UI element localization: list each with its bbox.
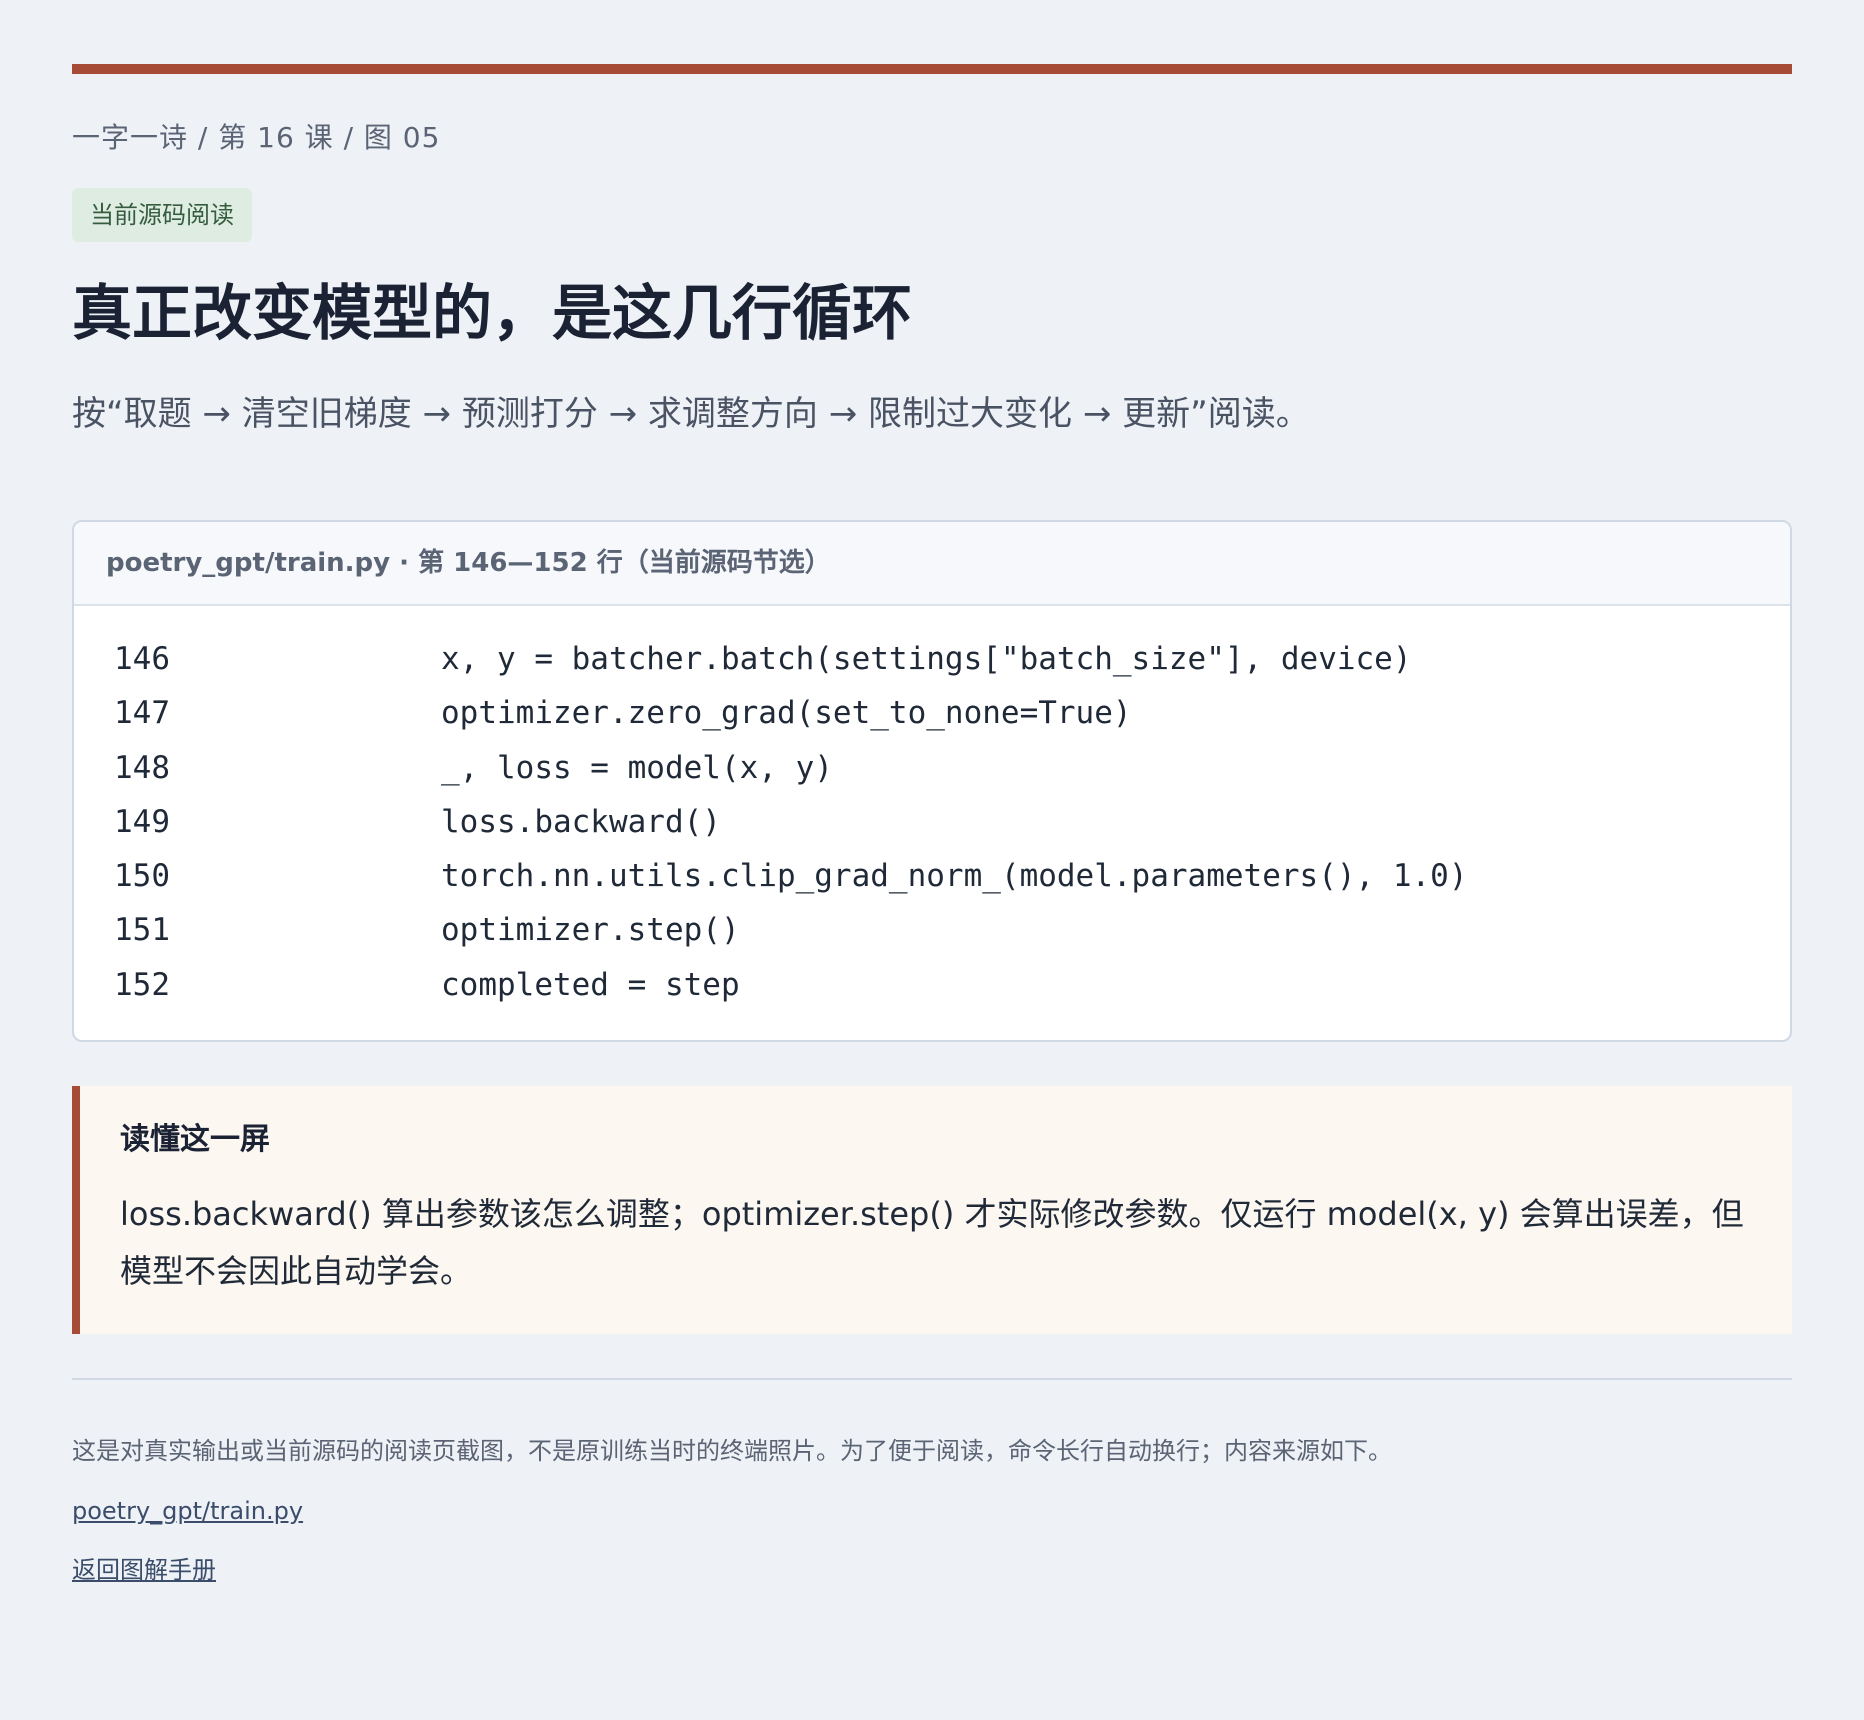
note-title: 读懂这一屏 [120, 1122, 270, 1158]
line-number: 149 [114, 803, 170, 840]
line-code: x, y = batcher.batch(settings["batch_siz… [441, 641, 1412, 677]
line-number: 147 [114, 695, 170, 732]
line-code: _, loss = model(x, y) [441, 749, 833, 786]
footer-divider [72, 1378, 1792, 1381]
code-line: 146 x, y = batcher.batch(settings["batch… [114, 632, 1790, 686]
code-line: 148 _, loss = model(x, y) [114, 741, 1790, 795]
line-code: loss.backward() [441, 803, 721, 840]
breadcrumb: 一字一诗 / 第 16 课 / 图 05 [72, 121, 441, 154]
code-line: 150 torch.nn.utils.clip_grad_norm_(model… [114, 849, 1790, 903]
line-number: 150 [114, 858, 170, 895]
line-number: 152 [114, 966, 170, 1003]
code-card-header: poetry_gpt/train.py · 第 146—152 行（当前源码节选… [74, 522, 1790, 606]
source-file-link[interactable]: poetry_gpt/train.py [72, 1494, 303, 1528]
page-subtitle: 按“取题 → 清空旧梯度 → 预测打分 → 求调整方向 → 限制过大变化 → 更… [72, 394, 1310, 434]
back-to-handbook-link[interactable]: 返回图解手册 [72, 1553, 216, 1587]
code-line: 151 optimizer.step() [114, 903, 1790, 957]
code-line: 149 loss.backward() [114, 795, 1790, 849]
line-number: 148 [114, 749, 170, 786]
footer-disclaimer: 这是对真实输出或当前源码的阅读页截图，不是原训练当时的终端照片。为了便于阅读，命… [72, 1437, 1392, 1466]
code-body: 146 x, y = batcher.batch(settings["batch… [74, 606, 1790, 1040]
code-card: poetry_gpt/train.py · 第 146—152 行（当前源码节选… [72, 520, 1792, 1043]
explanation-note: 读懂这一屏 loss.backward() 算出参数该怎么调整；optimize… [72, 1086, 1792, 1335]
note-text: loss.backward() 算出参数该怎么调整；optimizer.step… [120, 1195, 1744, 1291]
top-accent-rule [72, 64, 1792, 74]
code-line: 147 optimizer.zero_grad(set_to_none=True… [114, 686, 1790, 740]
line-number: 146 [114, 641, 170, 677]
page-title: 真正改变模型的，是这几行循环 [72, 279, 912, 349]
code-line: 152 completed = step [114, 958, 1790, 1012]
line-number: 151 [114, 912, 170, 949]
page-container: 一字一诗 / 第 16 课 / 图 05 当前源码阅读 真正改变模型的，是这几行… [72, 64, 1792, 1587]
line-code: torch.nn.utils.clip_grad_norm_(model.par… [441, 858, 1468, 895]
line-code: optimizer.step() [441, 912, 740, 949]
line-code: completed = step [441, 966, 740, 1003]
line-code: optimizer.zero_grad(set_to_none=True) [441, 695, 1132, 732]
section-badge: 当前源码阅读 [72, 188, 252, 242]
